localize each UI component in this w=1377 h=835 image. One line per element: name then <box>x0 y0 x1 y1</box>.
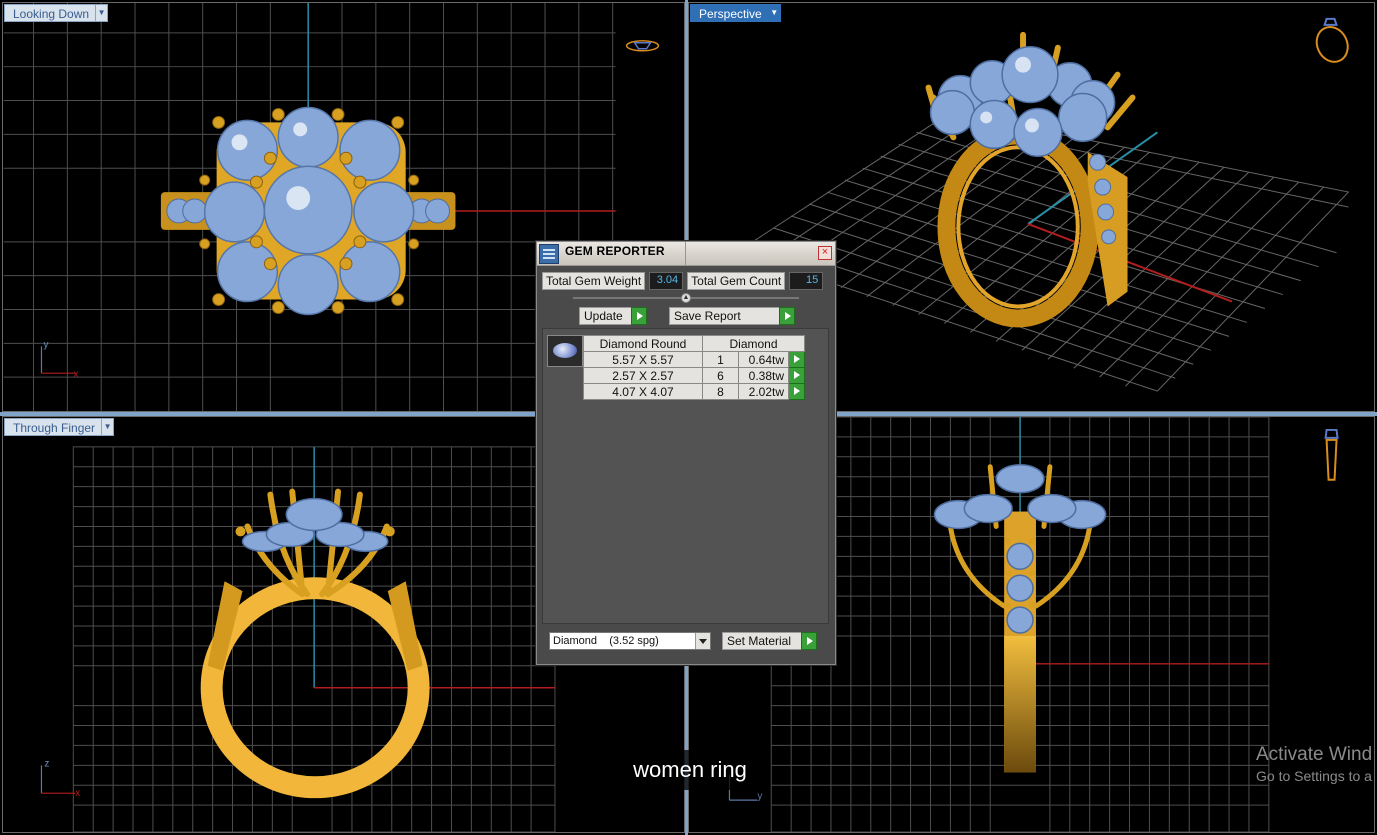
gem-weight: 2.02tw <box>738 383 789 400</box>
total-gem-weight-label: Total Gem Weight <box>542 272 646 290</box>
chevron-down-icon[interactable] <box>695 633 710 649</box>
gem-reporter-titlebar[interactable]: GEM REPORTER × <box>537 242 835 266</box>
activate-windows-watermark: Activate Wind Go to Settings to a <box>1256 744 1372 784</box>
collapse-arrow-icon[interactable]: ▲ <box>681 293 691 303</box>
row-go-arrow-icon[interactable] <box>788 367 805 384</box>
gem-list-panel: Diamond Round Diamond 5.57 X 5.57 1 0.64… <box>542 328 829 624</box>
totals-row: Total Gem Weight 3.04 Total Gem Count 15 <box>542 272 824 290</box>
watermark-line1: Activate Wind <box>1256 744 1373 765</box>
save-report-button-label: Save Report <box>674 308 741 323</box>
view-cube-ring-icon <box>1324 428 1339 481</box>
viewport-menu-dropdown-icon[interactable]: ▼ <box>102 418 115 436</box>
gem-reporter-app-icon <box>539 244 559 264</box>
diamond-round-thumbnail-icon[interactable] <box>547 335 583 367</box>
gem-table: Diamond Round Diamond 5.57 X 5.57 1 0.64… <box>583 335 805 400</box>
viewport-name[interactable]: Perspective <box>690 4 769 22</box>
update-button[interactable]: Update <box>579 307 647 325</box>
axis-x-label: x <box>75 788 80 799</box>
gem-size: 2.57 X 2.57 <box>583 367 703 384</box>
gem-size: 4.07 X 4.07 <box>583 383 703 400</box>
gem-reporter-dialog: GEM REPORTER × Total Gem Weight 3.04 Tot… <box>536 241 836 665</box>
video-caption: women ring <box>610 750 770 790</box>
table-row[interactable]: 5.57 X 5.57 1 0.64tw <box>583 351 805 368</box>
total-gem-count-label: Total Gem Count <box>687 272 786 290</box>
gem-weight: 0.38tw <box>738 367 789 384</box>
watermark-line2: Go to Settings to a <box>1256 768 1372 784</box>
material-select-value: Diamond (3.52 spg) <box>553 635 659 647</box>
app-window: Looking Down ▼ y x Perspective ▼ Through… <box>0 0 1377 835</box>
viewport-name[interactable]: Looking Down <box>4 4 97 22</box>
row-go-arrow-icon[interactable] <box>788 351 805 368</box>
gem-count: 6 <box>702 367 739 384</box>
play-arrow-icon[interactable] <box>779 307 795 325</box>
viewport-menu-dropdown-icon[interactable]: ▼ <box>96 4 109 22</box>
gem-shape-header: Diamond Round <box>583 335 703 352</box>
table-row[interactable]: 2.57 X 2.57 6 0.38tw <box>583 367 805 384</box>
view-cube-ring-icon <box>1315 17 1349 63</box>
axis-y-label: y <box>43 339 48 350</box>
total-gem-count-value: 15 <box>789 272 824 290</box>
viewport-label-perspective[interactable]: Perspective ▼ <box>690 4 781 22</box>
gem-table-header: Diamond Round Diamond <box>583 335 805 352</box>
set-material-button[interactable]: Set Material <box>722 632 817 650</box>
axis-y-label: y <box>757 791 762 802</box>
gem-count: 8 <box>702 383 739 400</box>
row-go-arrow-icon[interactable] <box>788 383 805 400</box>
play-arrow-icon[interactable] <box>631 307 647 325</box>
set-material-button-label: Set Material <box>727 633 792 648</box>
viewport-name[interactable]: Through Finger <box>4 418 103 436</box>
gem-count: 1 <box>702 351 739 368</box>
dialog-title: GEM REPORTER <box>565 244 665 258</box>
view-cube-ring-icon <box>625 40 660 52</box>
save-report-button[interactable]: Save Report <box>669 307 795 325</box>
table-row[interactable]: 4.07 X 4.07 8 2.02tw <box>583 383 805 400</box>
axis-z-label: z <box>44 758 49 769</box>
gem-size: 5.57 X 5.57 <box>583 351 703 368</box>
title-tab-divider <box>685 242 686 266</box>
close-icon[interactable]: × <box>818 246 832 260</box>
total-gem-weight-value: 3.04 <box>649 272 684 290</box>
gem-material-header: Diamond <box>702 335 805 352</box>
gem-weight: 0.64tw <box>738 351 789 368</box>
viewport-menu-dropdown-icon[interactable]: ▼ <box>768 4 781 22</box>
material-select[interactable]: Diamond (3.52 spg) <box>549 632 711 650</box>
viewport-label-through-finger[interactable]: Through Finger ▼ <box>4 418 115 436</box>
viewport-label-looking-down[interactable]: Looking Down ▼ <box>4 4 109 22</box>
update-button-label: Update <box>584 308 623 323</box>
axis-x-label: x <box>73 369 78 380</box>
play-arrow-icon[interactable] <box>801 632 817 650</box>
